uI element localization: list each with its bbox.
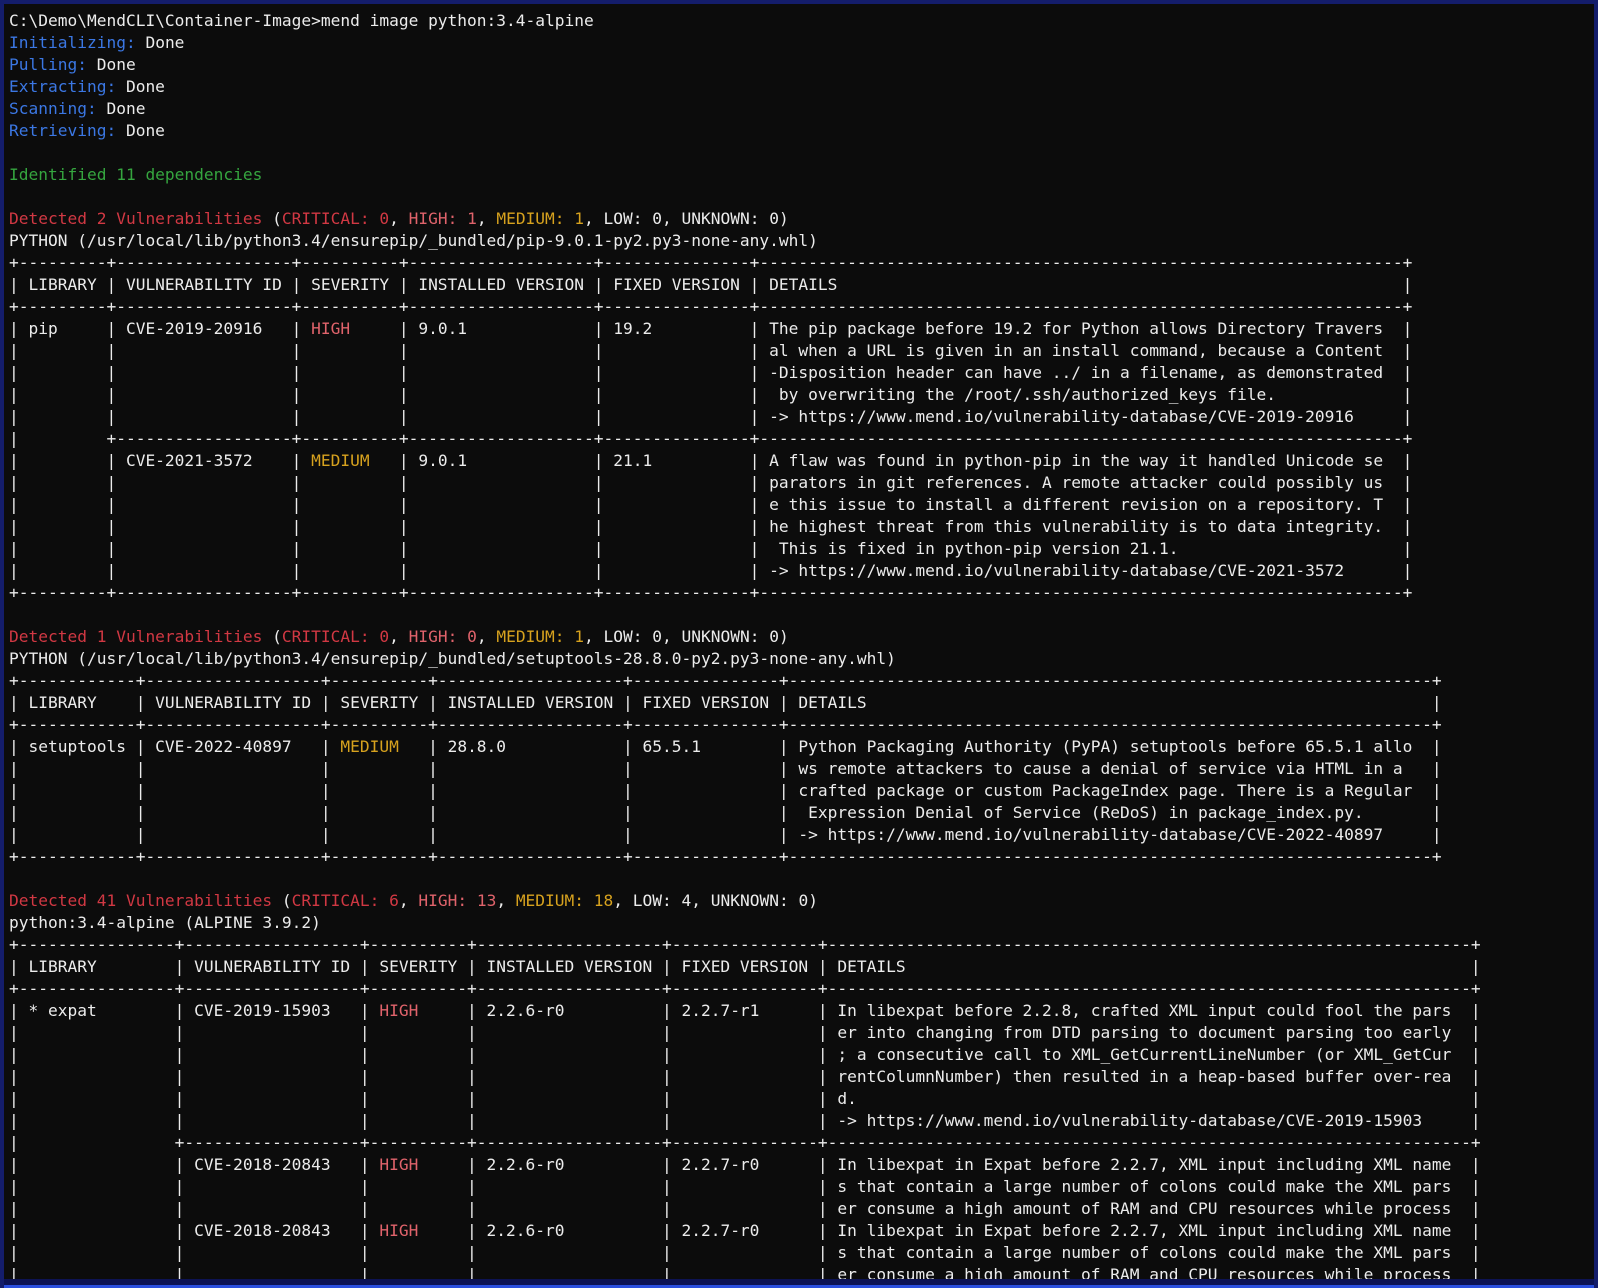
- terminal-line: | pip | CVE-2019-20916 | HIGH | 9.0.1 | …: [9, 318, 1594, 340]
- terminal-line: Retrieving: Done: [9, 120, 1594, 142]
- terminal-line: | | CVE-2018-20843 | HIGH | 2.2.6-r0 | 2…: [9, 1220, 1594, 1242]
- terminal-line: | | | | | | s that contain a large numbe…: [9, 1176, 1594, 1198]
- terminal-line: +----------------+------------------+---…: [9, 934, 1594, 956]
- terminal-line: | | CVE-2021-3572 | MEDIUM | 9.0.1 | 21.…: [9, 450, 1594, 472]
- terminal-line: [9, 868, 1594, 890]
- terminal-line: | | | | | | ws remote attackers to cause…: [9, 758, 1594, 780]
- terminal-line: | | | | | | -> https://www.mend.io/vulne…: [9, 1110, 1594, 1132]
- terminal-line: | | | | | | This is fixed in python-pip …: [9, 538, 1594, 560]
- terminal-line: | | | | | | al when a URL is given in an…: [9, 340, 1594, 362]
- terminal-line: +---------+------------------+----------…: [9, 296, 1594, 318]
- terminal-line: | | | | | | Expression Denial of Service…: [9, 802, 1594, 824]
- terminal-line: | setuptools | CVE-2022-40897 | MEDIUM |…: [9, 736, 1594, 758]
- terminal-line: | | | | | | -Disposition header can have…: [9, 362, 1594, 384]
- terminal-line: +---------+------------------+----------…: [9, 252, 1594, 274]
- terminal-line: | | | | | | d. |: [9, 1088, 1594, 1110]
- terminal-window: C:\Demo\MendCLI\Container-Image>mend ima…: [0, 0, 1598, 1288]
- terminal-line: | LIBRARY | VULNERABILITY ID | SEVERITY …: [9, 274, 1594, 296]
- terminal-line: +------------+------------------+-------…: [9, 714, 1594, 736]
- terminal-line: | | | | | | rentColumnNumber) then resul…: [9, 1066, 1594, 1088]
- terminal-line: Detected 1 Vulnerabilities (CRITICAL: 0,…: [9, 626, 1594, 648]
- terminal-line: Pulling: Done: [9, 54, 1594, 76]
- terminal-line: C:\Demo\MendCLI\Container-Image>mend ima…: [9, 10, 1594, 32]
- terminal-line: PYTHON (/usr/local/lib/python3.4/ensurep…: [9, 230, 1594, 252]
- terminal-line: Detected 2 Vulnerabilities (CRITICAL: 0,…: [9, 208, 1594, 230]
- terminal-line: Scanning: Done: [9, 98, 1594, 120]
- terminal-line: Extracting: Done: [9, 76, 1594, 98]
- terminal-line: | | | | | | e this issue to install a di…: [9, 494, 1594, 516]
- terminal-output: C:\Demo\MendCLI\Container-Image>mend ima…: [4, 4, 1594, 1286]
- terminal-line: | | | | | | ; a consecutive call to XML_…: [9, 1044, 1594, 1066]
- terminal-line: | LIBRARY | VULNERABILITY ID | SEVERITY …: [9, 692, 1594, 714]
- terminal-line: | | | | | | -> https://www.mend.io/vulne…: [9, 824, 1594, 846]
- terminal-line: +---------+------------------+----------…: [9, 582, 1594, 604]
- terminal-line: | +------------------+----------+-------…: [9, 428, 1594, 450]
- terminal-line: [9, 186, 1594, 208]
- terminal-line: Detected 41 Vulnerabilities (CRITICAL: 6…: [9, 890, 1594, 912]
- terminal-line: +------------+------------------+-------…: [9, 670, 1594, 692]
- terminal-line: | | | | | | -> https://www.mend.io/vulne…: [9, 406, 1594, 428]
- terminal-line: python:3.4-alpine (ALPINE 3.9.2): [9, 912, 1594, 934]
- terminal-line: | | | | | | -> https://www.mend.io/vulne…: [9, 560, 1594, 582]
- terminal-line: | | CVE-2018-20843 | HIGH | 2.2.6-r0 | 2…: [9, 1154, 1594, 1176]
- terminal-line: | | | | | | crafted package or custom Pa…: [9, 780, 1594, 802]
- terminal-line: | +------------------+----------+-------…: [9, 1132, 1594, 1154]
- terminal-line: Identified 11 dependencies: [9, 164, 1594, 186]
- terminal-line: | | | | | | er consume a high amount of …: [9, 1198, 1594, 1220]
- terminal-line: Initializing: Done: [9, 32, 1594, 54]
- terminal-line: [9, 604, 1594, 626]
- terminal-line: | | | | | | parators in git references. …: [9, 472, 1594, 494]
- terminal-line: PYTHON (/usr/local/lib/python3.4/ensurep…: [9, 648, 1594, 670]
- terminal-line: | | | | | | er into changing from DTD pa…: [9, 1022, 1594, 1044]
- terminal-line: +------------+------------------+-------…: [9, 846, 1594, 868]
- terminal-line: | | | | | | he highest threat from this …: [9, 516, 1594, 538]
- terminal-line: | * expat | CVE-2019-15903 | HIGH | 2.2.…: [9, 1000, 1594, 1022]
- terminal-line: | | | | | | s that contain a large numbe…: [9, 1242, 1594, 1264]
- terminal-line: +----------------+------------------+---…: [9, 978, 1594, 1000]
- terminal-line: | LIBRARY | VULNERABILITY ID | SEVERITY …: [9, 956, 1594, 978]
- terminal-line: [9, 142, 1594, 164]
- window-border-bottom-edge: [4, 1279, 1594, 1288]
- terminal-line: | | | | | | by overwriting the /root/.ss…: [9, 384, 1594, 406]
